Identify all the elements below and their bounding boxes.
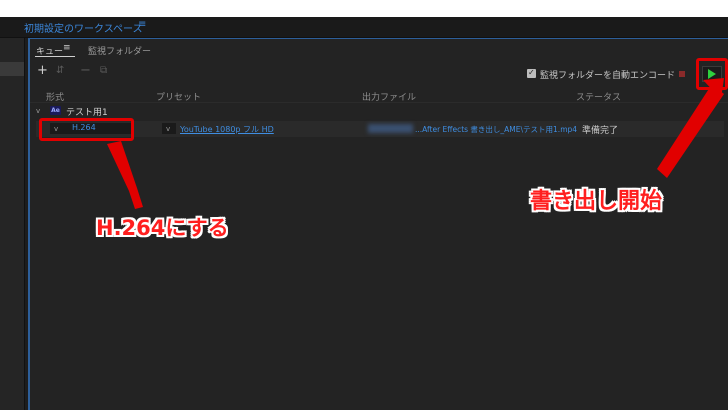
play-arrow	[657, 84, 724, 178]
format-arrow	[107, 141, 143, 209]
format-callout: H.264にする	[96, 216, 229, 240]
start-callout: 書き出し開始	[530, 189, 663, 214]
